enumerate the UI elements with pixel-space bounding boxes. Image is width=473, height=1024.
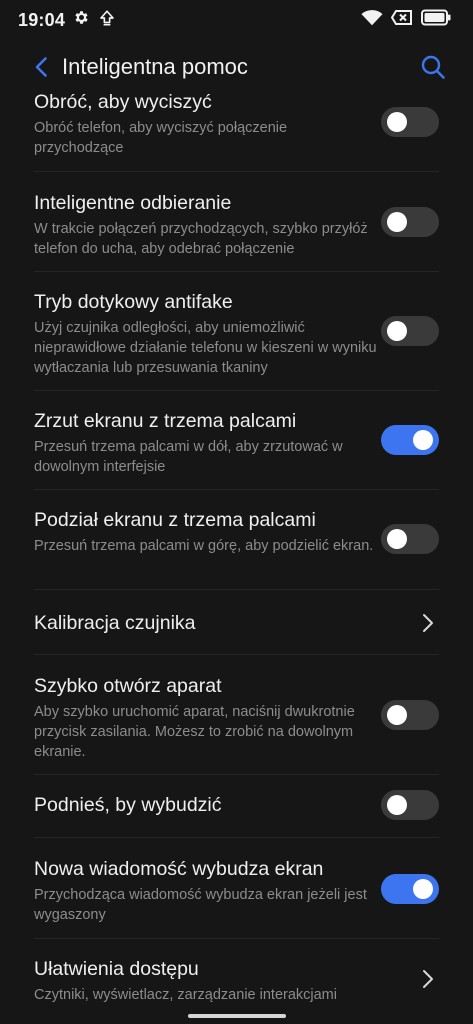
setting-title: Nowa wiadomość wybudza ekran	[34, 858, 324, 880]
setting-sensor-calibration[interactable]: Kalibracja czujnika	[34, 611, 444, 635]
setting-title: Zrzut ekranu z trzema palcami	[34, 410, 297, 432]
setting-title: Podział ekranu z trzema palcami	[34, 509, 316, 531]
toggle-knob	[387, 705, 407, 725]
divider	[34, 938, 439, 939]
page-title: Inteligentna pomoc	[62, 54, 248, 79]
setting-title: Szybko otwórz aparat	[34, 675, 222, 697]
toggle-knob	[387, 321, 407, 341]
setting-desc: Przesuń trzema palcami w górę, aby podzi…	[34, 538, 374, 554]
search-icon[interactable]	[420, 54, 446, 80]
setting-desc: Przesuń trzema palcami w dół, aby zrzuto…	[34, 439, 343, 475]
quick-camera-toggle[interactable]	[381, 700, 439, 730]
setting-title: Obróć, aby wyciszyć	[34, 91, 212, 113]
three-finger-split-toggle[interactable]	[381, 524, 439, 554]
rotate-to-mute-toggle[interactable]	[381, 107, 439, 137]
no-sim-icon	[390, 9, 413, 31]
setting-desc: Aby szybko uruchomić aparat, naciśnij dw…	[34, 704, 355, 760]
battery-icon	[421, 9, 451, 31]
chevron-left-icon[interactable]	[30, 55, 54, 79]
divider	[34, 774, 439, 775]
setting-title: Tryb dotykowy antifake	[34, 291, 233, 313]
divider	[34, 271, 439, 272]
wifi-icon	[361, 9, 383, 31]
setting-desc: Użyj czujnika odległości, aby uniemożliw…	[34, 320, 377, 376]
toggle-knob	[387, 212, 407, 232]
chevron-right-icon[interactable]	[420, 968, 436, 990]
toggle-knob	[413, 430, 433, 450]
home-indicator[interactable]	[188, 1014, 286, 1018]
toggle-knob	[413, 879, 433, 899]
settings-list: Obróć, aby wyciszyć Obróć telefon, aby w…	[0, 90, 473, 1024]
divider	[34, 589, 439, 590]
setting-title: Ułatwienia dostępu	[34, 958, 199, 980]
antifake-touch-toggle[interactable]	[381, 316, 439, 346]
toggle-knob	[387, 795, 407, 815]
message-wake-toggle[interactable]	[381, 874, 439, 904]
divider	[34, 837, 439, 838]
status-right	[361, 9, 451, 31]
toggle-knob	[387, 529, 407, 549]
status-left: 19:04	[18, 9, 116, 32]
status-time: 19:04	[18, 9, 66, 30]
upload-arrow-icon	[98, 9, 116, 32]
divider	[34, 171, 439, 172]
setting-title: Inteligentne odbieranie	[34, 192, 232, 214]
divider	[34, 489, 439, 490]
setting-title: Kalibracja czujnika	[34, 612, 196, 634]
toggle-knob	[387, 112, 407, 132]
gear-icon	[73, 9, 90, 31]
three-finger-screenshot-toggle[interactable]	[381, 425, 439, 455]
smart-answer-toggle[interactable]	[381, 207, 439, 237]
divider	[34, 654, 439, 655]
setting-desc: W trakcie połączeń przychodzących, szybk…	[34, 221, 368, 257]
setting-desc: Obróć telefon, aby wyciszyć połączenie p…	[34, 120, 288, 156]
setting-accessibility[interactable]: Ułatwienia dostępu Czytniki, wyświetlacz…	[34, 957, 444, 1005]
raise-to-wake-toggle[interactable]	[381, 790, 439, 820]
setting-desc: Czytniki, wyświetlacz, zarządzanie inter…	[34, 987, 337, 1003]
setting-desc: Przychodząca wiadomość wybudza ekran jeż…	[34, 887, 367, 923]
divider	[34, 390, 439, 391]
chevron-right-icon[interactable]	[420, 612, 436, 634]
status-bar: 19:04	[0, 0, 473, 40]
app-header: Inteligentna pomoc	[0, 44, 473, 90]
